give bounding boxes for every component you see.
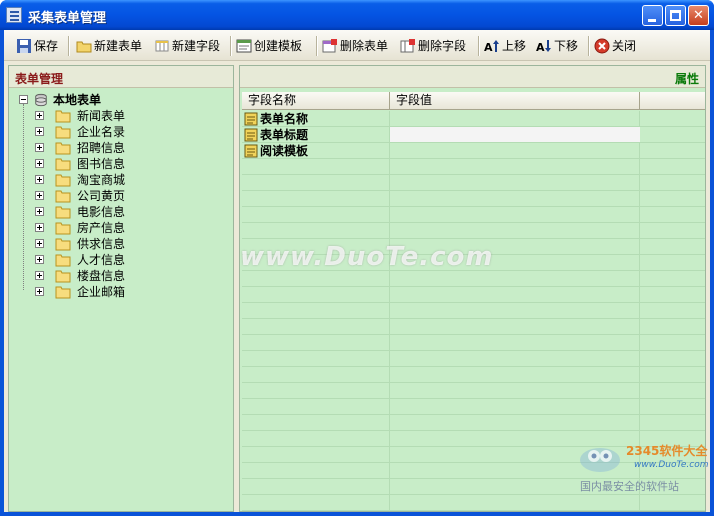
property-title: 属性 [674, 72, 699, 86]
form-tree-panel: 表单管理 本地表单 新闻表单 企业名录 招聘信息 图书信息 淘宝商城 公司黄页 … [8, 65, 234, 512]
folder-icon [55, 254, 71, 267]
table-row[interactable]: 阅读模板 [242, 143, 705, 159]
maximize-button[interactable] [665, 5, 686, 26]
column-header-field-value[interactable]: 字段值 [390, 92, 640, 110]
expand-toggle[interactable] [35, 239, 44, 248]
property-header: 属性 [240, 66, 705, 88]
delete-field-button[interactable]: 删除字段 [400, 36, 472, 56]
folder-icon [55, 174, 71, 187]
watermark-text: www.DuoTe.com [240, 242, 494, 272]
move-up-icon: A [484, 40, 499, 54]
move-up-button[interactable]: A 上移 [484, 36, 530, 56]
expand-toggle[interactable] [35, 143, 44, 152]
document-icon [244, 128, 258, 142]
create-template-icon [236, 39, 252, 53]
folder-icon [55, 190, 71, 203]
close-circle-icon [594, 38, 610, 54]
table-row[interactable]: 表单标题 [242, 127, 705, 143]
tree-node[interactable]: 楼盘信息 [35, 268, 225, 284]
tree-node[interactable]: 企业名录 [35, 124, 225, 140]
close-window-button[interactable]: ✕ [688, 5, 709, 26]
watermark-brand: 2345软件大全 [626, 444, 708, 458]
app-icon [6, 7, 22, 23]
tree-node[interactable]: 公司黄页 [35, 188, 225, 204]
delete-field-icon [400, 39, 415, 53]
expand-toggle[interactable] [35, 271, 44, 280]
create-template-button[interactable]: 创建模板 [236, 36, 310, 56]
tree-node[interactable]: 新闻表单 [35, 108, 225, 124]
folder-icon [55, 270, 71, 283]
tree-root-node[interactable]: 本地表单 [17, 92, 227, 108]
database-icon [35, 93, 47, 107]
document-icon [244, 144, 258, 158]
column-header-field-name[interactable]: 字段名称 [242, 92, 390, 110]
tree-node[interactable]: 电影信息 [35, 204, 225, 220]
form-tree[interactable]: 本地表单 新闻表单 企业名录 招聘信息 图书信息 淘宝商城 公司黄页 电影信息 … [9, 90, 233, 510]
field-name-cell: 表单名称 [260, 112, 309, 126]
folder-icon [55, 222, 71, 235]
move-down-button[interactable]: A 下移 [536, 36, 582, 56]
expand-toggle[interactable] [35, 255, 44, 264]
expand-toggle[interactable] [35, 111, 44, 120]
expand-toggle[interactable] [35, 175, 44, 184]
minimize-button[interactable] [642, 5, 663, 26]
field-value-cell[interactable] [390, 127, 640, 142]
expand-toggle[interactable] [35, 207, 44, 216]
mascot-logo-icon [580, 448, 620, 472]
main-window: 采集表单管理 ✕ 保存 新建表单 新建字段 创建模板 删除表单 删除字段 A 上… [0, 0, 714, 516]
grid-header: 字段名称 字段值 [242, 92, 705, 110]
expand-toggle[interactable] [35, 159, 44, 168]
watermark-slogan: 国内最安全的软件站 [580, 480, 679, 493]
tree-node[interactable]: 供求信息 [35, 236, 225, 252]
tree-node[interactable]: 企业邮箱 [35, 284, 225, 300]
expand-toggle[interactable] [35, 191, 44, 200]
new-field-button[interactable]: 新建字段 [154, 36, 226, 56]
folder-icon [55, 142, 71, 155]
delete-form-button[interactable]: 删除表单 [322, 36, 394, 56]
field-name-cell: 阅读模板 [260, 144, 309, 158]
corner-watermark: 2345软件大全 www.DuoTe.com 国内最安全的软件站 [574, 438, 710, 498]
delete-form-icon [322, 39, 337, 53]
expand-toggle[interactable] [35, 127, 44, 136]
expand-toggle[interactable] [35, 223, 44, 232]
tree-node[interactable]: 房产信息 [35, 220, 225, 236]
table-row[interactable]: 表单名称 [242, 111, 705, 127]
folder-icon [55, 238, 71, 251]
folder-icon [55, 206, 71, 219]
window-title: 采集表单管理 [28, 11, 107, 26]
svg-text:A: A [536, 41, 545, 54]
close-button[interactable]: 关闭 [594, 36, 640, 56]
new-field-icon [155, 40, 169, 52]
toolbar: 保存 新建表单 新建字段 创建模板 删除表单 删除字段 A 上移 A 下移 关闭 [4, 30, 710, 61]
save-icon [17, 39, 31, 53]
expand-toggle[interactable] [35, 287, 44, 296]
tree-node[interactable]: 图书信息 [35, 156, 225, 172]
tree-node[interactable]: 淘宝商城 [35, 172, 225, 188]
svg-text:A: A [484, 41, 493, 54]
field-name-cell: 表单标题 [260, 128, 309, 142]
tree-node[interactable]: 人才信息 [35, 252, 225, 268]
new-form-folder-icon [76, 41, 92, 53]
folder-icon [55, 286, 71, 299]
form-tree-title: 表单管理 [15, 72, 64, 86]
collapse-toggle[interactable] [19, 95, 28, 104]
folder-icon [55, 158, 71, 171]
new-form-button[interactable]: 新建表单 [76, 36, 148, 56]
title-bar[interactable]: 采集表单管理 ✕ [0, 0, 714, 30]
watermark-url: www.DuoTe.com [634, 460, 709, 470]
folder-icon [55, 126, 71, 139]
form-tree-header: 表单管理 [9, 66, 233, 88]
save-button[interactable]: 保存 [16, 36, 62, 56]
tree-node[interactable]: 招聘信息 [35, 140, 225, 156]
folder-icon [55, 110, 71, 123]
document-icon [244, 112, 258, 126]
move-down-icon: A [536, 40, 551, 54]
